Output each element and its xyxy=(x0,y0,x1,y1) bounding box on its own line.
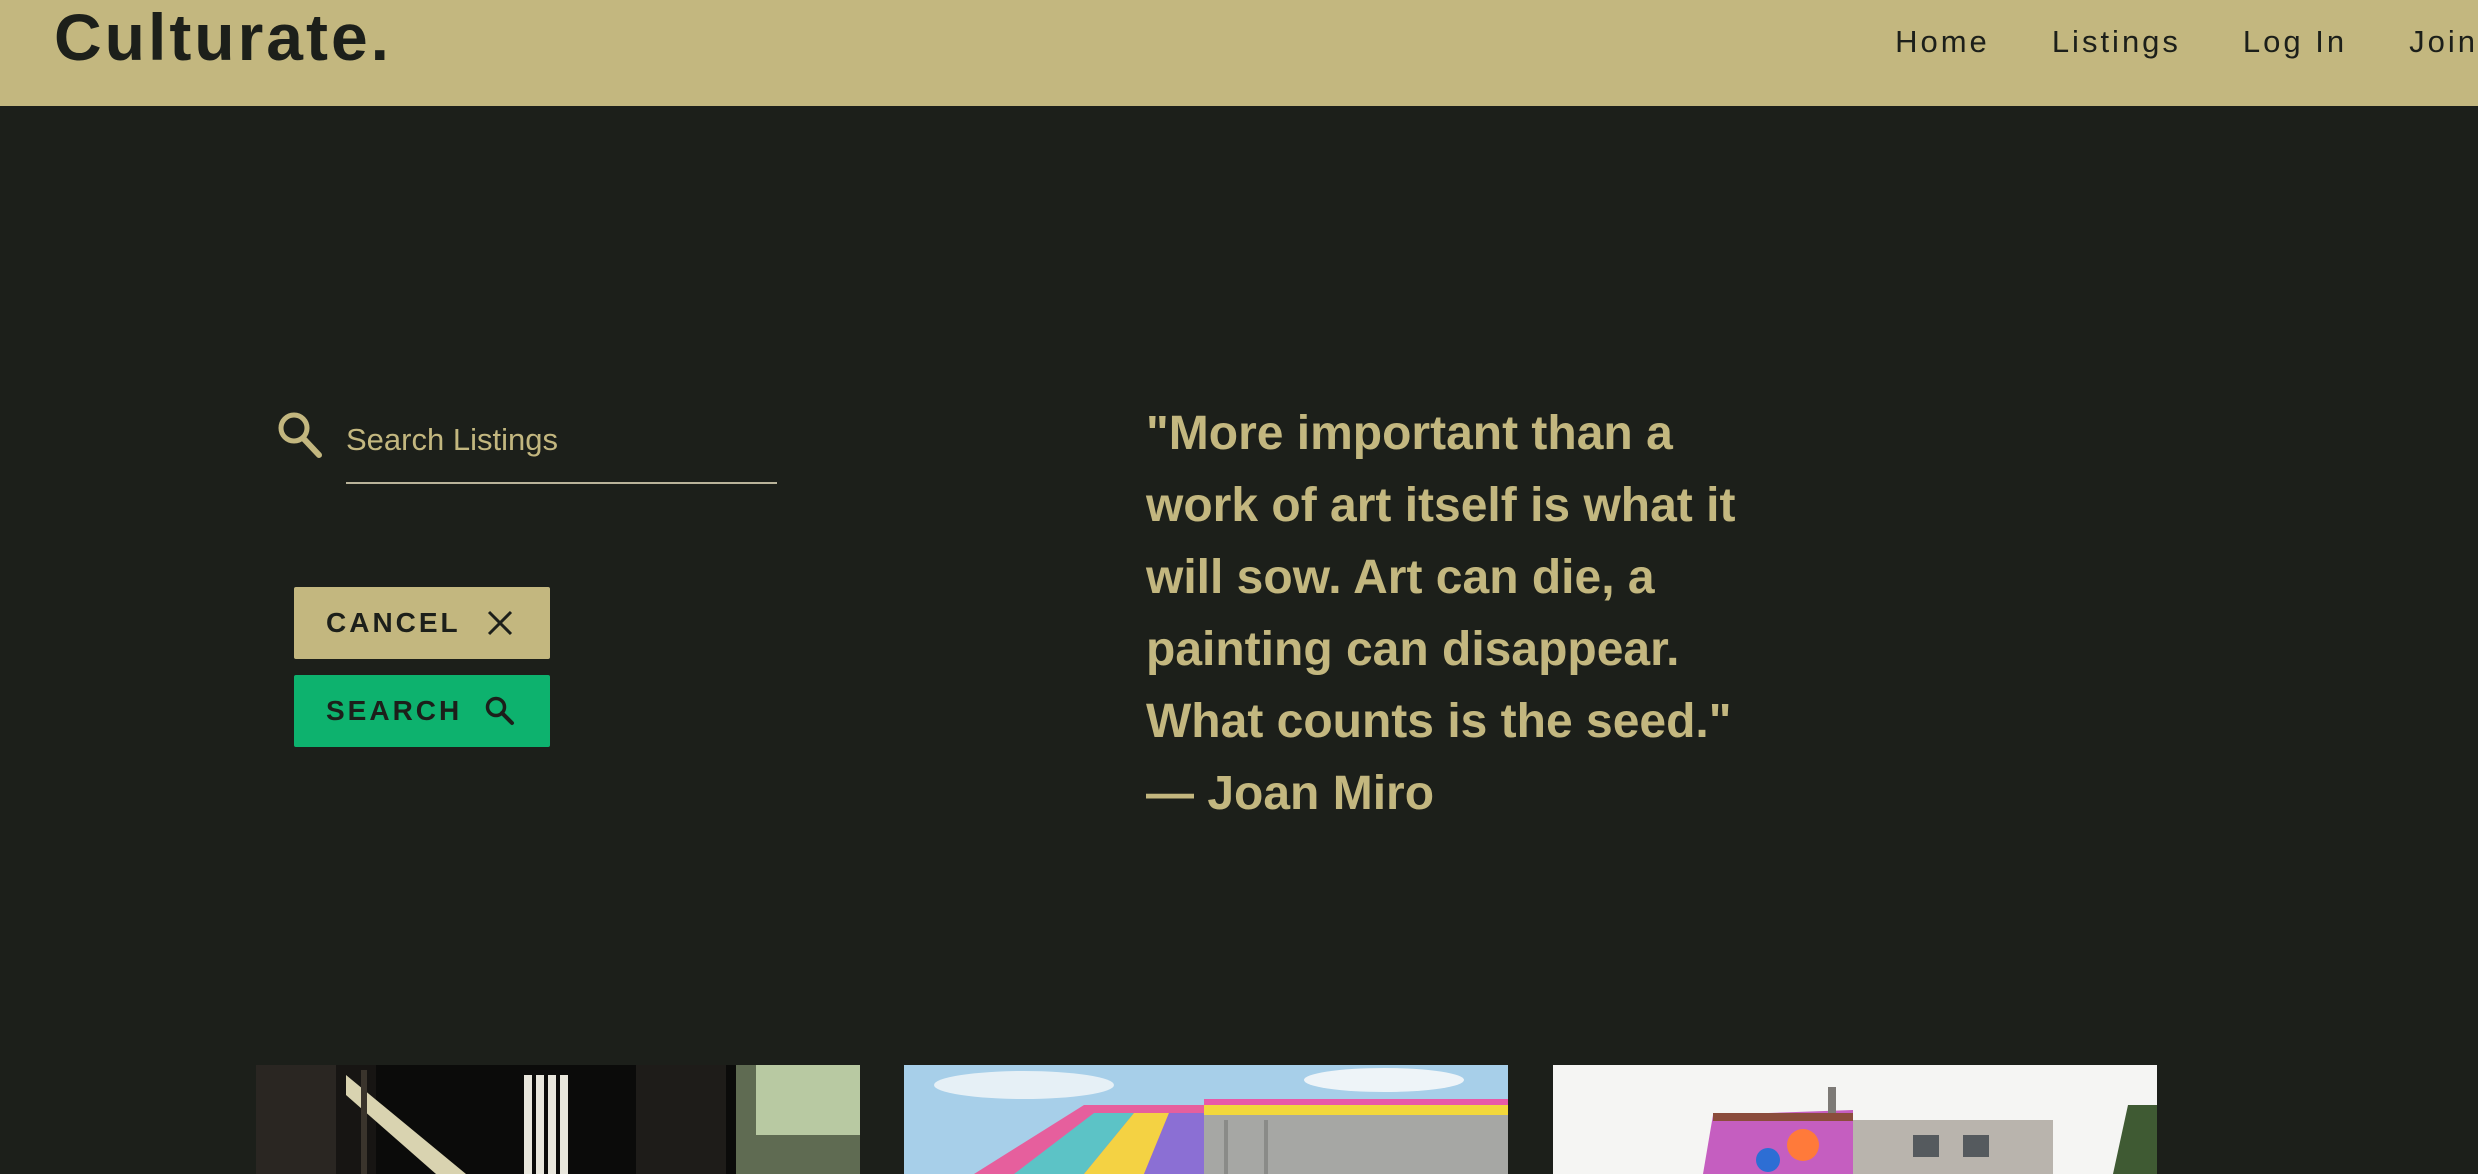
cancel-button-label: CANCEL xyxy=(326,607,461,638)
quote-author: — Joan Miro xyxy=(1146,767,1435,820)
main-nav: Home Listings Log In Join xyxy=(1895,22,2478,62)
nav-join[interactable]: Join xyxy=(2409,22,2478,62)
search-field xyxy=(346,410,777,484)
listing-card[interactable] xyxy=(1553,1065,2157,1174)
search-input[interactable] xyxy=(346,410,777,470)
nav-log-in[interactable]: Log In xyxy=(2243,22,2347,62)
colorful-tent-building-image xyxy=(904,1065,1508,1174)
search-button-label: SEARCH xyxy=(326,695,463,726)
gallery-hallway-image xyxy=(256,1065,860,1174)
search-icon xyxy=(484,695,516,727)
featured-quote: "More important than a work of art itsel… xyxy=(1146,398,1786,830)
listing-card[interactable] xyxy=(256,1065,860,1174)
cancel-button[interactable]: CANCEL xyxy=(294,587,550,659)
mural-building-image xyxy=(1553,1065,2157,1174)
search-icon xyxy=(276,410,324,462)
header-bar: Culturate. Home Listings Log In Join xyxy=(0,0,2478,106)
nav-listings[interactable]: Listings xyxy=(2052,22,2181,62)
search-button[interactable]: SEARCH xyxy=(294,675,550,747)
nav-home[interactable]: Home xyxy=(1895,22,1990,62)
brand-logo[interactable]: Culturate. xyxy=(54,2,392,72)
quote-text: "More important than a work of art itsel… xyxy=(1146,407,1736,748)
listing-card[interactable] xyxy=(904,1065,1508,1174)
close-icon xyxy=(484,607,516,639)
